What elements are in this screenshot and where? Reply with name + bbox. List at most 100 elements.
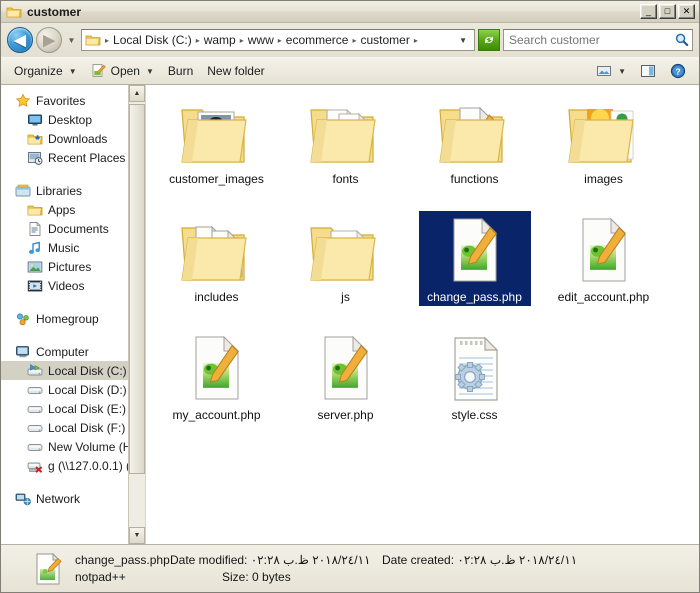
minimize-button[interactable]: _ — [640, 4, 657, 19]
file-item-inner[interactable]: change_pass.php — [418, 211, 531, 306]
search-icon[interactable] — [672, 30, 692, 50]
file-item[interactable]: style.css — [410, 329, 539, 447]
sidebar-group-label: Network — [36, 491, 81, 506]
folder-item[interactable]: Cart images — [539, 93, 668, 211]
details-date-modified: Date modified: ٢٠١٨/٢٤/١١ ظ.ب ٠٢:٢٨ — [170, 553, 382, 567]
drive-icon — [27, 420, 43, 436]
file-item-inner[interactable]: my_account.php — [161, 329, 273, 424]
file-item-inner[interactable]: fonts — [290, 93, 402, 188]
sidebar-group-favorites[interactable]: Favorites — [1, 91, 145, 110]
folder-php-multi-icon — [178, 214, 256, 288]
sidebar-item-label: Apps — [48, 202, 76, 217]
history-dropdown-button[interactable]: ▼ — [65, 30, 78, 50]
sidebar-item-documents[interactable]: Documents — [1, 219, 145, 238]
close-button[interactable]: ✕ — [678, 4, 695, 19]
sidebar-group-label: Favorites — [36, 93, 86, 108]
details-columns: change_pass.php Date modified: ٢٠١٨/٢٤/١… — [75, 553, 691, 584]
details-row-top: change_pass.php Date modified: ٢٠١٨/٢٤/١… — [75, 553, 691, 567]
navigation-scrollbar[interactable]: ▲ ▼ — [128, 85, 145, 544]
scrollbar-track[interactable] — [129, 102, 145, 527]
file-item[interactable]: edit_account.php — [539, 211, 668, 329]
title-bar: customer _ □ ✕ — [1, 1, 699, 23]
file-item-inner[interactable]: includes — [161, 211, 273, 306]
file-item-inner[interactable]: customer_images — [161, 93, 273, 188]
sidebar-item-recent-places[interactable]: Recent Places — [1, 148, 145, 167]
folder-item[interactable]: customer_images — [152, 93, 281, 211]
breadcrumb-item-4[interactable]: customer — [357, 32, 412, 48]
file-item[interactable]: my_account.php — [152, 329, 281, 447]
videos-icon — [27, 278, 43, 294]
file-item-inner[interactable]: functions — [419, 93, 531, 188]
search-box[interactable] — [503, 29, 693, 51]
sidebar-item-downloads[interactable]: Downloads — [1, 129, 145, 148]
file-item[interactable]: change_pass.php — [410, 211, 539, 329]
sidebar-item-local-disk-c[interactable]: Local Disk (C:) — [1, 361, 145, 380]
details-row-bottom: notpad++ Size: 0 bytes — [75, 570, 691, 584]
new-folder-button[interactable]: New folder — [200, 61, 271, 81]
sidebar-group-network[interactable]: Network — [1, 489, 145, 508]
change-view-button[interactable] — [633, 60, 663, 82]
breadcrumb[interactable]: ▸ Local Disk (C:) ▸ wamp ▸ www ▸ ecommer… — [81, 29, 475, 51]
maximize-button[interactable]: □ — [659, 4, 676, 19]
folder-item[interactable]: js — [281, 211, 410, 329]
sidebar-item-local-disk-e[interactable]: Local Disk (E:) — [1, 399, 145, 418]
folder-item[interactable]: includes — [152, 211, 281, 329]
nav-group-gap — [1, 475, 145, 489]
sidebar-item-g-127-0-0-1-v[interactable]: g (\\127.0.0.1) (V: — [1, 456, 145, 475]
folder-item[interactable]: functions — [410, 93, 539, 211]
scroll-up-button[interactable]: ▲ — [129, 85, 145, 102]
details-file-name: change_pass.php — [75, 553, 170, 567]
breadcrumb-item-2[interactable]: www — [245, 32, 277, 48]
back-button[interactable]: ◀ — [7, 27, 33, 53]
sidebar-item-local-disk-d[interactable]: Local Disk (D:) — [1, 380, 145, 399]
file-item-label: fonts — [332, 172, 359, 186]
organize-label: Organize — [14, 64, 63, 78]
folder-item[interactable]: fonts — [281, 93, 410, 211]
file-item-inner[interactable]: edit_account.php — [548, 211, 660, 306]
forward-button[interactable]: ▶ — [36, 27, 62, 53]
sidebar-item-local-disk-f[interactable]: Local Disk (F:) — [1, 418, 145, 437]
sidebar-group-computer[interactable]: Computer — [1, 342, 145, 361]
nav-group-gap — [1, 328, 145, 342]
burn-button[interactable]: Burn — [161, 61, 200, 81]
breadcrumb-item-1[interactable]: wamp — [201, 32, 239, 48]
drive-icon — [27, 439, 43, 455]
search-input[interactable] — [509, 33, 672, 47]
breadcrumb-item-3[interactable]: ecommerce — [283, 32, 352, 48]
sidebar-item-label: Recent Places — [48, 150, 126, 165]
sidebar-item-apps[interactable]: Apps — [1, 200, 145, 219]
sidebar-item-label: Videos — [48, 278, 85, 293]
help-button[interactable]: ? — [663, 60, 693, 82]
open-button[interactable]: Open ▼ — [84, 60, 161, 82]
downloads-icon — [27, 131, 43, 147]
breadcrumb-item-0[interactable]: Local Disk (C:) — [110, 32, 195, 48]
sidebar-item-desktop[interactable]: Desktop — [1, 110, 145, 129]
details-date-created: Date created: ٢٠١٨/٢٤/١١ ظ.ب ٠٢:٢٨ — [382, 553, 577, 567]
sidebar-group-libraries[interactable]: Libraries — [1, 181, 145, 200]
details-app-name: notpad++ — [75, 570, 126, 584]
sidebar-item-music[interactable]: Music — [1, 238, 145, 257]
sidebar-item-pictures[interactable]: Pictures — [1, 257, 145, 276]
scrollbar-thumb[interactable] — [129, 104, 145, 474]
preview-pane-icon — [596, 63, 612, 79]
sidebar-group-homegroup[interactable]: Homegroup — [1, 309, 145, 328]
sidebar-item-videos[interactable]: Videos — [1, 276, 145, 295]
sidebar-item-new-volume-h[interactable]: New Volume (H:) — [1, 437, 145, 456]
file-list-pane[interactable]: customer_images fonts functions Cart images i… — [145, 85, 699, 544]
file-grid: customer_images fonts functions Cart images i… — [146, 85, 699, 447]
disconnected-network-drive-icon — [27, 458, 43, 474]
file-item[interactable]: server.php — [281, 329, 410, 447]
breadcrumb-dropdown-icon[interactable]: ▼ — [451, 36, 472, 45]
folder-documents-icon — [307, 96, 385, 170]
file-item-inner[interactable]: js — [290, 211, 402, 306]
preview-pane-button[interactable]: ▼ — [589, 60, 633, 82]
details-pane: change_pass.php Date modified: ٢٠١٨/٢٤/١… — [1, 544, 699, 592]
refresh-button[interactable] — [478, 29, 500, 51]
scroll-down-button[interactable]: ▼ — [129, 527, 145, 544]
file-item-inner[interactable]: Cart images — [548, 93, 660, 188]
file-item-label: change_pass.php — [427, 290, 522, 304]
file-item-inner[interactable]: server.php — [290, 329, 402, 424]
organize-button[interactable]: Organize ▼ — [7, 61, 84, 81]
file-item-inner[interactable]: style.css — [419, 329, 531, 424]
details-size-label: Size: — [222, 570, 249, 584]
